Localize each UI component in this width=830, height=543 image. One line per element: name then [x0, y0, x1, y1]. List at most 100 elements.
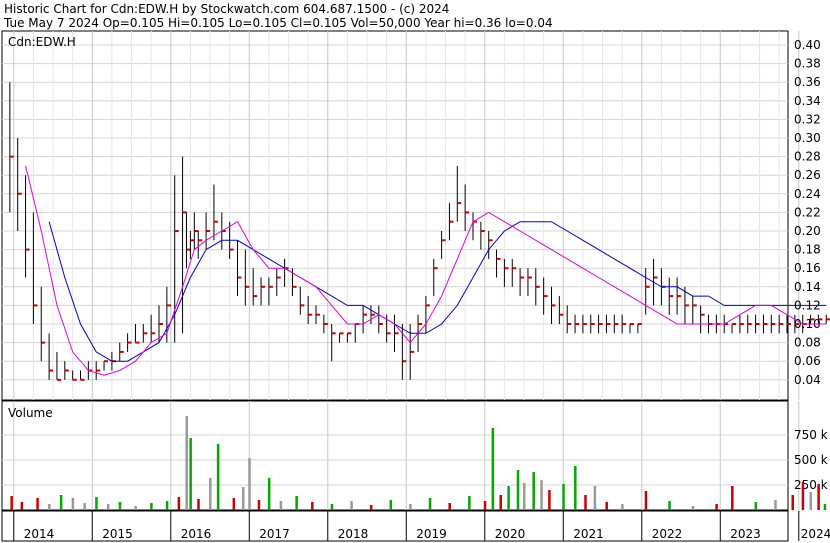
volume-bar	[311, 502, 314, 510]
price-y-tick-label: 0.08	[794, 336, 821, 350]
volume-bar	[823, 504, 827, 510]
volume-bar	[491, 428, 495, 510]
volume-bar	[731, 486, 734, 510]
x-year-label: 2017	[259, 527, 290, 541]
price-panel-title: Cdn:EDW.H	[8, 35, 76, 49]
stock-chart: Historic Chart for Cdn:EDW.H by Stockwat…	[1, 2, 830, 542]
volume-y-axis: 750 k 500 k 250 k	[794, 428, 828, 492]
volume-bar	[516, 470, 520, 510]
volume-bar	[801, 482, 805, 510]
price-y-tick-label: 0.36	[794, 75, 821, 89]
volume-panel-title: Volume	[8, 406, 53, 420]
volume-bar	[59, 495, 63, 510]
volume-bar	[197, 499, 200, 510]
volume-bar	[95, 497, 98, 510]
volume-bar	[532, 472, 535, 510]
x-year-label: 2023	[730, 527, 761, 541]
volume-bar	[523, 483, 526, 510]
x-year-label: 2016	[181, 527, 212, 541]
price-y-tick-label: 0.32	[794, 112, 821, 126]
volume-y-tick-label: 750 k	[794, 428, 828, 442]
volume-bar	[216, 444, 220, 510]
volume-bar	[209, 478, 212, 510]
volume-bar	[177, 497, 181, 510]
volume-bar	[83, 503, 86, 510]
volume-bar	[715, 504, 718, 510]
volume-bar	[106, 504, 110, 510]
volume-bar	[295, 496, 298, 510]
volume-bar	[150, 503, 153, 510]
volume-bar	[468, 496, 471, 510]
volume-bar	[189, 438, 192, 510]
volume-y-tick-label: 500 k	[794, 453, 828, 467]
price-y-axis: 0.40 0.38 0.36 0.34 0.32 0.30 0.28 0.26 0.24 0.22…	[794, 38, 821, 387]
volume-bar	[48, 504, 51, 510]
chart-header-quote: Tue May 7 2024 Op=0.105 Hi=0.105 Lo=0.10…	[3, 16, 553, 30]
volume-bar	[267, 478, 271, 510]
x-year-label: 2020	[495, 527, 526, 541]
price-y-tick-label: 0.18	[794, 243, 821, 257]
volume-bar	[791, 495, 794, 510]
x-year-label: 2022	[652, 527, 683, 541]
x-year-label: 2014	[24, 527, 55, 541]
volume-bar	[548, 490, 551, 510]
price-y-tick-label: 0.16	[794, 261, 821, 275]
volume-bar	[330, 504, 334, 510]
volume-bar	[232, 498, 236, 510]
volume-bar	[369, 505, 373, 510]
volume-bar	[499, 495, 502, 510]
volume-y-tick-label: 250 k	[794, 478, 828, 492]
volume-panel	[1, 400, 789, 511]
volume-bar	[809, 492, 813, 510]
price-y-tick-label: 0.40	[794, 38, 821, 52]
price-y-tick-label: 0.06	[794, 354, 821, 368]
volume-bar	[134, 506, 137, 510]
chart-header-title: Historic Chart for Cdn:EDW.H by Stockwat…	[4, 2, 449, 16]
volume-bar	[10, 496, 13, 510]
x-year-label: 2021	[573, 527, 604, 541]
price-y-tick-label: 0.24	[794, 187, 821, 201]
volume-bar	[774, 500, 777, 510]
price-y-tick-label: 0.30	[794, 131, 821, 145]
volume-bar	[644, 491, 648, 510]
volume-bar	[817, 484, 820, 510]
price-y-tick-label: 0.34	[794, 94, 821, 108]
volume-bar	[36, 498, 39, 510]
volume-bar	[540, 480, 543, 510]
volume-bar	[165, 501, 169, 510]
volume-bar	[20, 502, 24, 510]
volume-bar	[593, 486, 597, 510]
volume-bar	[668, 501, 671, 510]
volume-bar	[483, 501, 487, 510]
volume-bar	[754, 502, 758, 510]
x-year-label: 2018	[338, 527, 369, 541]
volume-bar	[409, 504, 412, 510]
volume-bar	[257, 500, 261, 510]
volume-bar	[562, 484, 565, 510]
x-year-label: 2015	[102, 527, 133, 541]
volume-bar	[448, 503, 451, 510]
volume-bar	[605, 502, 608, 510]
volume-bar	[574, 466, 577, 510]
volume-bar	[71, 498, 75, 510]
volume-bar	[241, 487, 245, 510]
price-y-tick-label: 0.26	[794, 168, 821, 182]
volume-bar	[691, 506, 695, 510]
volume-bar	[248, 458, 251, 510]
x-year-label: 2019	[416, 527, 447, 541]
volume-bar	[118, 502, 122, 510]
price-y-tick-label: 0.14	[794, 280, 821, 294]
volume-bar	[584, 495, 587, 510]
volume-bar	[279, 501, 283, 510]
price-y-tick-label: 0.28	[794, 150, 821, 164]
x-year-label: 2024	[801, 527, 830, 541]
volume-bar	[621, 504, 624, 510]
volume-bar	[389, 500, 393, 510]
volume-bar	[350, 501, 353, 510]
price-y-tick-label: 0.20	[794, 224, 821, 238]
price-y-tick-label: 0.22	[794, 205, 821, 219]
volume-bar	[185, 416, 188, 510]
price-y-tick-label: 0.04	[794, 373, 821, 387]
volume-bar	[507, 486, 510, 510]
price-y-tick-label: 0.38	[794, 57, 821, 71]
